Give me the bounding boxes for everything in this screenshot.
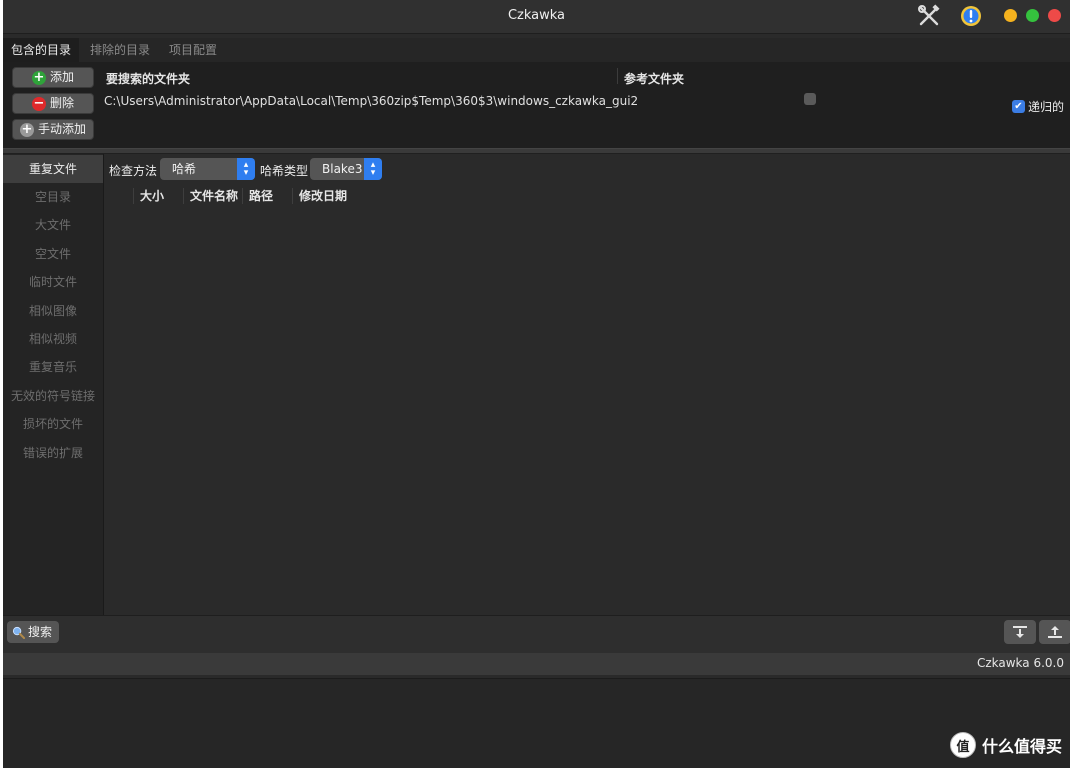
updown-chevron-icon: ▴ ▾	[364, 158, 382, 180]
status-bar: Czkawka 6.0.0	[3, 653, 1070, 675]
plus-gray-icon: +	[19, 121, 34, 137]
remove-dir-button[interactable]: − 删除	[12, 93, 94, 114]
results-area: 检查方法 哈希 ▴ ▾ 哈希类型 Blake3 ▴ ▾ 大小 文件名称 路径 修改日…	[104, 154, 1070, 615]
arrow-down-to-line-icon	[1013, 626, 1027, 638]
hash-type-select[interactable]: Blake3 ▴ ▾	[310, 158, 382, 180]
manual-add-label: 手动添加	[37, 122, 86, 136]
search-button[interactable]: 搜索	[7, 621, 60, 643]
nav-empty-files[interactable]: 空文件	[3, 240, 103, 268]
arrow-up-from-line-icon	[1048, 626, 1062, 638]
nav-similar-videos[interactable]: 相似视频	[3, 325, 103, 353]
add-dir-label: 添加	[49, 70, 74, 84]
hash-type-label: 哈希类型	[260, 164, 309, 178]
nav-duplicate-music[interactable]: 重复音乐	[3, 353, 103, 381]
bottom-toolbar: 搜索	[3, 615, 1070, 654]
nav-empty-folders[interactable]: 空目录	[3, 183, 103, 211]
reference-folder-checkbox[interactable]	[804, 93, 816, 105]
recursive-label: 递归的	[1028, 100, 1065, 114]
plus-icon: +	[31, 69, 46, 85]
tools-icon[interactable]	[917, 4, 941, 28]
search-label: 搜索	[28, 625, 53, 639]
tab-item-config[interactable]: 项目配置	[161, 38, 225, 62]
version-label: Czkawka 6.0.0	[976, 656, 1064, 670]
tool-sidebar: 重复文件 空目录 大文件 空文件 临时文件 相似图像 相似视频 重复音乐 无效的…	[3, 154, 104, 615]
recursive-toggle[interactable]: ✔ 递归的	[1012, 98, 1064, 115]
watermark-logo-icon: 值	[950, 732, 976, 758]
column-separator	[617, 68, 618, 84]
nav-duplicate-files[interactable]: 重复文件	[3, 155, 103, 183]
app-window: Czkawka 包含的目录 排除的目录 项目配置 + 添加 − 删除 + 手动添…	[3, 0, 1070, 768]
reference-folder-header: 参考文件夹	[624, 72, 685, 86]
column-file-name[interactable]: 文件名称	[183, 188, 238, 204]
nav-temp-files[interactable]: 临时文件	[3, 268, 103, 296]
title-bar: Czkawka	[3, 0, 1070, 34]
hash-type-value: Blake3	[322, 162, 363, 176]
column-size[interactable]: 大小	[133, 188, 164, 204]
updown-chevron-icon: ▴ ▾	[237, 158, 255, 180]
collapse-bottom-panel-button[interactable]	[1004, 620, 1036, 644]
tab-included-dirs[interactable]: 包含的目录	[3, 38, 80, 62]
close-dot[interactable]	[1048, 9, 1061, 22]
expand-bottom-panel-button[interactable]	[1039, 620, 1070, 644]
column-modified-date[interactable]: 修改日期	[292, 188, 347, 204]
tab-excluded-dirs[interactable]: 排除的目录	[82, 38, 158, 62]
directory-panel: + 添加 − 删除 + 手动添加 要搜索的文件夹 参考文件夹 C:\Users\…	[3, 62, 1070, 148]
check-method-label: 检查方法	[109, 164, 158, 178]
dir-path-row[interactable]: C:\Users\Administrator\AppData\Local\Tem…	[104, 94, 638, 108]
maximize-dot[interactable]	[1026, 9, 1039, 22]
magnifier-icon	[12, 626, 25, 639]
about-info-icon[interactable]	[959, 4, 983, 28]
check-icon: ✔	[1012, 100, 1025, 113]
watermark: 值 什么值得买	[950, 732, 1062, 758]
window-title: Czkawka	[507, 8, 566, 23]
search-folder-header: 要搜索的文件夹	[106, 72, 191, 86]
nav-bad-extensions[interactable]: 错误的扩展	[3, 439, 103, 467]
nav-invalid-symlinks[interactable]: 无效的符号链接	[3, 382, 103, 410]
column-path[interactable]: 路径	[242, 188, 273, 204]
nav-broken-files[interactable]: 损坏的文件	[3, 410, 103, 438]
check-method-value: 哈希	[172, 162, 197, 176]
remove-dir-label: 删除	[49, 96, 74, 110]
nav-similar-images[interactable]: 相似图像	[3, 297, 103, 325]
top-tab-bar: 包含的目录 排除的目录 项目配置	[3, 38, 1070, 62]
minus-icon: −	[31, 95, 46, 111]
nav-big-files[interactable]: 大文件	[3, 211, 103, 239]
add-dir-button[interactable]: + 添加	[12, 67, 94, 88]
manual-add-button[interactable]: + 手动添加	[12, 119, 94, 140]
log-output-area[interactable]	[3, 678, 1070, 768]
minimize-dot[interactable]	[1004, 9, 1017, 22]
watermark-text: 什么值得买	[982, 737, 1063, 756]
check-method-select[interactable]: 哈希 ▴ ▾	[160, 158, 255, 180]
